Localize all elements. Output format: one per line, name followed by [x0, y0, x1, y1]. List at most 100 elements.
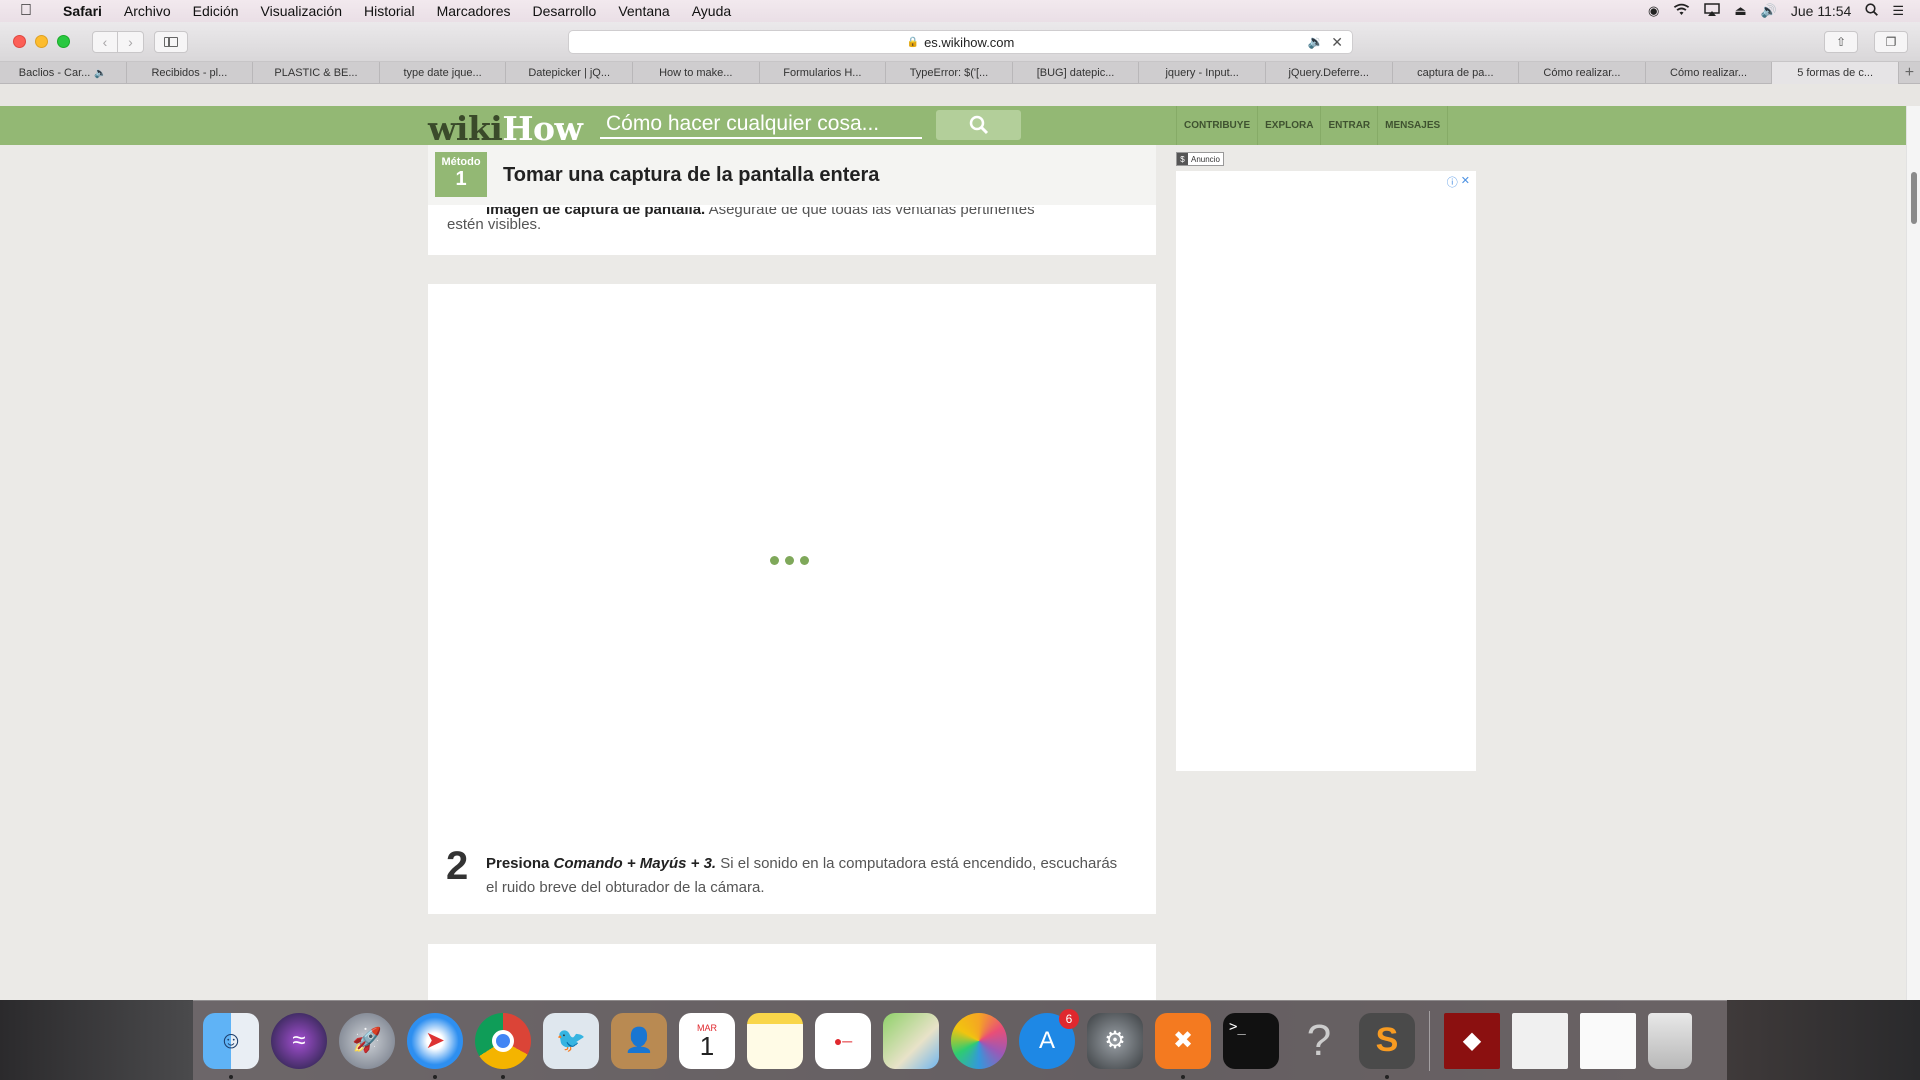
tab-2[interactable]: PLASTIC & BE... [253, 62, 380, 84]
new-tab-button[interactable]: + [1899, 62, 1920, 83]
step-2-shortcut: Comando + Mayús + 3. [553, 855, 717, 872]
finder-icon[interactable]: ☺ [203, 1012, 259, 1079]
speaker-icon[interactable]: 🔈 [94, 68, 106, 79]
system-preferences-icon[interactable]: ⚙ [1087, 1012, 1143, 1069]
logo-wiki-text: wiki [428, 109, 503, 148]
tab-14-active[interactable]: 5 formas de c... [1772, 62, 1899, 84]
tab-label: Baclios - Car... [18, 67, 91, 79]
wikihow-nav: CONTRIBUYE EXPLORA ENTRAR MENSAJES [1176, 106, 1449, 145]
tab-label: Recibidos - pl... [151, 67, 228, 79]
ad-label: $ Anuncio [1176, 152, 1224, 166]
fullscreen-window-button[interactable] [57, 35, 70, 48]
forward-button[interactable]: › [118, 30, 144, 53]
step-2-text: Presiona Comando + Mayús + 3. Si el soni… [486, 852, 1126, 900]
clock[interactable]: Jue 11:54 [1791, 3, 1851, 19]
sublime-text-icon[interactable]: S [1359, 1012, 1415, 1079]
back-button[interactable]: ‹ [92, 30, 118, 53]
menu-app-safari[interactable]: Safari [52, 3, 113, 19]
method-title: Tomar una captura de la pantalla entera [503, 164, 880, 186]
calendar-icon[interactable]: MAR 1 [679, 1012, 735, 1069]
tab-5[interactable]: How to make... [633, 62, 760, 84]
tab-7[interactable]: TypeError: $('[... [886, 62, 1013, 84]
launchpad-icon[interactable]: 🚀 [339, 1012, 395, 1069]
xampp-icon[interactable]: ✖ [1155, 1012, 1211, 1079]
nav-mensajes[interactable]: MENSAJES [1378, 106, 1449, 145]
info-icon[interactable]: ⓘ [1447, 174, 1458, 190]
tab-1[interactable]: Recibidos - pl... [127, 62, 254, 84]
mail-icon[interactable]: 🐦 [543, 1012, 599, 1069]
stop-loading-icon[interactable]: ✕ [1331, 34, 1343, 51]
tab-4[interactable]: Datepicker | jQ... [506, 62, 633, 84]
nav-contribuye[interactable]: CONTRIBUYE [1176, 106, 1259, 145]
tab-11[interactable]: captura de pa... [1393, 62, 1520, 84]
minimized-window-1[interactable]: ◆ [1444, 1012, 1500, 1069]
step-card-2: 2 Presiona Comando + Mayús + 3. Si el so… [428, 284, 1156, 914]
step-number: 2 [446, 844, 469, 888]
apple-icon[interactable]:  [0, 2, 52, 20]
menu-bar:  Safari Archivo Edición Visualización H… [0, 0, 1920, 22]
menu-edicion[interactable]: Edición [182, 3, 250, 19]
siri-icon[interactable]: ≈ [271, 1012, 327, 1069]
tab-label: type date jque... [403, 67, 482, 79]
audio-playing-icon[interactable]: 🔉 [1308, 34, 1324, 50]
spotlight-icon[interactable] [1865, 3, 1879, 19]
terminal-icon[interactable]: >_ [1223, 1012, 1279, 1069]
menu-ventana[interactable]: Ventana [607, 3, 680, 19]
volume-icon[interactable]: 🔊 [1761, 3, 1777, 19]
tab-0[interactable]: Baclios - Car... 🔈 [0, 62, 127, 84]
search-button[interactable] [936, 110, 1021, 140]
address-bar[interactable]: 🔒 es.wikihow.com 🔉 ✕ [568, 30, 1353, 54]
ad-box[interactable]: ⓘ ✕ [1176, 171, 1476, 771]
ad-choices[interactable]: ⓘ ✕ [1447, 174, 1470, 190]
tab-10[interactable]: jQuery.Deferre... [1266, 62, 1393, 84]
airplay-icon[interactable] [1704, 3, 1721, 19]
chrome-icon[interactable] [475, 1012, 531, 1079]
menu-marcadores[interactable]: Marcadores [426, 3, 522, 19]
tab-9[interactable]: jquery - Input... [1139, 62, 1266, 84]
tab-label: 5 formas de c... [1797, 67, 1874, 79]
status-app-icon[interactable]: ◉ [1648, 3, 1659, 19]
photos-icon[interactable] [951, 1012, 1007, 1069]
maps-icon[interactable] [883, 1012, 939, 1069]
page-scrollbar[interactable] [1906, 106, 1920, 1000]
tab-3[interactable]: type date jque... [380, 62, 507, 84]
step-2-bold: Presiona [486, 855, 554, 872]
notification-center-icon[interactable]: ☰ [1892, 3, 1904, 19]
show-all-tabs-button[interactable]: ❐ [1874, 31, 1908, 53]
minimize-window-button[interactable] [35, 35, 48, 48]
tab-6[interactable]: Formularios H... [760, 62, 887, 84]
contacts-icon[interactable]: 👤 [611, 1012, 667, 1069]
close-ad-icon[interactable]: ✕ [1461, 174, 1470, 190]
tab-13[interactable]: Cómo realizar... [1646, 62, 1773, 84]
share-button[interactable]: ⇧ [1824, 31, 1858, 53]
menu-ayuda[interactable]: Ayuda [681, 3, 742, 19]
tab-label: PLASTIC & BE... [274, 67, 358, 79]
step-card-3 [428, 944, 1156, 1000]
menu-historial[interactable]: Historial [353, 3, 426, 19]
logo-how-text: How [502, 109, 583, 148]
trash-icon[interactable] [1648, 1012, 1692, 1069]
safari-icon[interactable]: ➤ [407, 1012, 463, 1079]
reminders-icon[interactable]: ●─ [815, 1012, 871, 1069]
close-window-button[interactable] [13, 35, 26, 48]
minimized-window-2[interactable] [1512, 1012, 1568, 1069]
notes-icon[interactable] [747, 1012, 803, 1069]
app-store-icon[interactable]: A6 [1019, 1008, 1079, 1069]
eject-icon[interactable]: ⏏ [1734, 3, 1746, 19]
minimized-window-3[interactable] [1580, 1012, 1636, 1069]
wikihow-logo[interactable]: wikiHow [428, 109, 583, 148]
wifi-icon[interactable] [1673, 3, 1690, 19]
app-store-badge: 6 [1059, 1008, 1079, 1029]
tab-12[interactable]: Cómo realizar... [1519, 62, 1646, 84]
tab-8[interactable]: [BUG] datepic... [1013, 62, 1140, 84]
tab-label: Cómo realizar... [1543, 67, 1621, 79]
nav-entrar[interactable]: ENTRAR [1321, 106, 1379, 145]
menu-visualizacion[interactable]: Visualización [250, 3, 353, 19]
menu-archivo[interactable]: Archivo [113, 3, 182, 19]
scrollbar-thumb[interactable] [1911, 172, 1917, 224]
sidebar-toggle-button[interactable] [154, 30, 188, 53]
menu-desarrollo[interactable]: Desarrollo [522, 3, 608, 19]
search-input[interactable]: Cómo hacer cualquier cosa... [600, 111, 922, 139]
nav-explora[interactable]: EXPLORA [1258, 106, 1322, 145]
unknown-app-icon[interactable]: ? [1291, 1013, 1347, 1069]
